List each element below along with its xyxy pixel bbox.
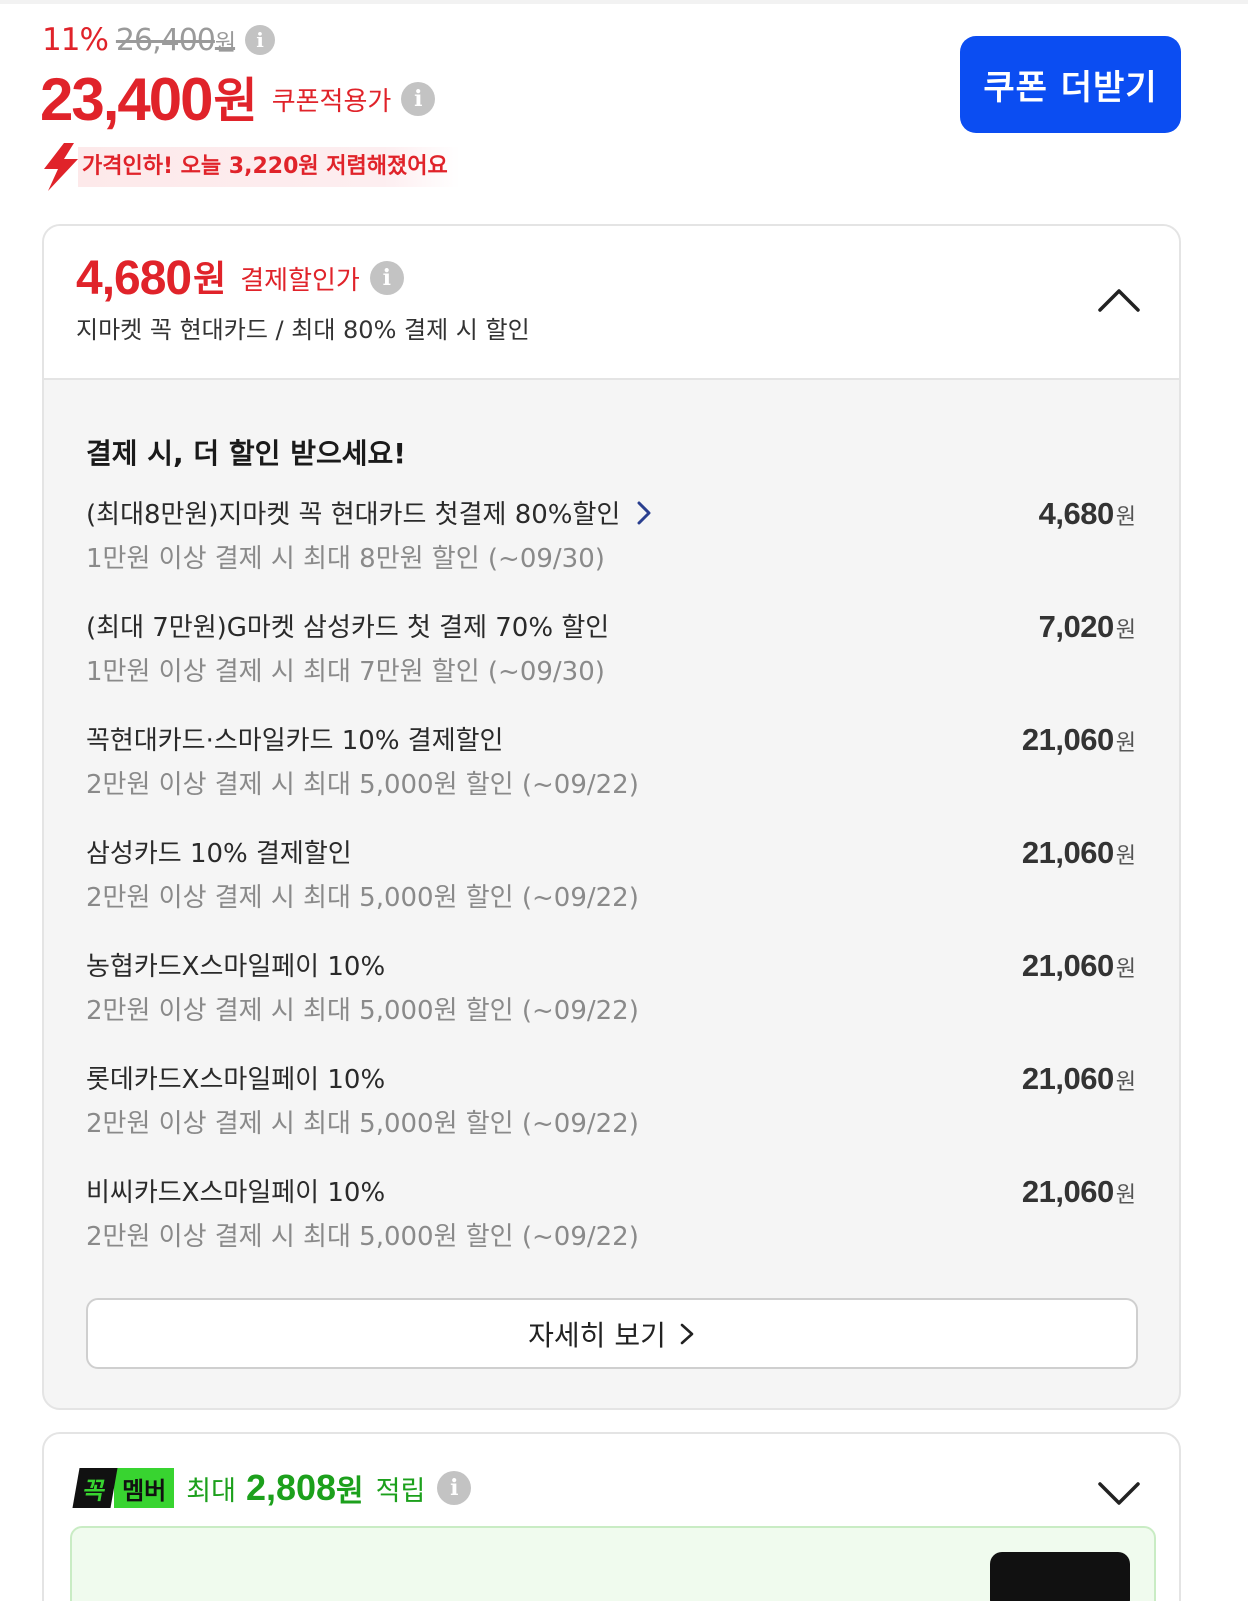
offer-name-text: (최대8만원)지마켓 꼭 현대카드 첫결제 80%할인 [86,500,621,530]
original-price-currency: 원 [214,29,236,56]
offer-name: 꼭현대카드·스마일카드 10% 결제할인 [86,726,504,756]
price-drop-text: 가격인하! 오늘 3,220원 저렴해졌어요 [78,147,460,187]
offer-item[interactable]: 비씨카드X스마일페이 10% 2만원 이상 결제 시 최대 5,000원 할인 … [86,1172,1146,1272]
offer-name: 롯데카드X스마일페이 10% [86,1065,386,1095]
original-price-row: 11% 26,400원 i [42,20,276,60]
offer-price-value: 21,060 [1021,1061,1114,1096]
offer-price: 21,060 원 [1022,948,1136,984]
offer-description: 1만원 이상 결제 시 최대 7만원 할인 (~09/30) [86,657,605,687]
member-offer-button[interactable] [990,1552,1130,1601]
card-discount-panel: 4,680 원 결제할인가 i 지마켓 꼭 현대카드 / 최대 80% 결제 시… [42,224,1181,1410]
original-price-value: 26,400 [115,22,216,58]
offer-description: 2만원 이상 결제 시 최대 5,000원 할인 (~09/22) [86,770,639,800]
discount-rate: 11% [42,22,109,58]
offer-price-currency: 원 [1115,844,1136,869]
final-price-currency: 원 [213,73,258,129]
offer-price-currency: 원 [1115,618,1136,643]
offer-name: 삼성카드 10% 결제할인 [86,839,352,869]
offer-price-value: 7,020 [1038,609,1115,644]
member-badge-part2: 멤버 [114,1468,175,1508]
offer-item[interactable]: 농협카드X스마일페이 10% 2만원 이상 결제 시 최대 5,000원 할인 … [86,946,1146,1046]
more-coupons-button[interactable]: 쿠폰 더받기 [960,36,1181,133]
price-drop-banner: 가격인하! 오늘 3,220원 저렴해졌어요 [40,143,460,191]
card-discount-currency: 원 [193,259,227,300]
offer-item[interactable]: 롯데카드X스마일페이 10% 2만원 이상 결제 시 최대 5,000원 할인 … [86,1059,1146,1159]
card-discount-price-row: 4,680 원 결제할인가 i [76,246,404,310]
member-prefix: 최대 [186,1475,236,1507]
section-title: 결제 시, 더 할인 받으세요! [86,437,406,470]
offer-price: 7,020 원 [1039,609,1136,645]
card-discount-label: 결제할인가 [240,265,360,296]
offer-price-value: 4,680 [1038,496,1115,531]
member-suffix: 적립 [375,1475,426,1507]
offer-description: 1만원 이상 결제 시 최대 8만원 할인 (~09/30) [86,544,605,574]
offer-name: 비씨카드X스마일페이 10% [86,1178,386,1208]
offer-description: 2만원 이상 결제 시 최대 5,000원 할인 (~09/22) [86,1222,639,1252]
offer-price: 21,060 원 [1022,835,1136,871]
final-price-row: 23,400 원 쿠폰적용가 i [40,62,436,136]
offer-name: (최대8만원)지마켓 꼭 현대카드 첫결제 80%할인 [86,494,654,531]
offer-price-value: 21,060 [1021,835,1114,870]
offer-price-currency: 원 [1115,731,1136,756]
offer-price: 21,060 원 [1022,1061,1136,1097]
final-price: 23,400 [40,65,214,133]
coupon-price-label: 쿠폰적용가 [271,86,392,117]
offer-price-currency: 원 [1115,1070,1136,1095]
chevron-up-icon[interactable] [1094,282,1144,316]
offer-price-currency: 원 [1115,957,1136,982]
offer-price-value: 21,060 [1021,722,1114,757]
view-details-button[interactable]: 자세히 보기 [86,1298,1138,1369]
member-offer-box [70,1526,1156,1601]
info-icon[interactable]: i [401,82,436,116]
offer-price: 21,060 원 [1022,722,1136,758]
member-rewards-panel: 꼭 멤버 최대 2,808 원 적립 i [42,1432,1181,1601]
offer-price-value: 21,060 [1021,948,1114,983]
offer-price-currency: 원 [1115,1183,1136,1208]
member-currency: 원 [336,1474,364,1509]
original-price: 26,400원 [115,22,236,58]
chevron-right-icon [680,1323,694,1344]
info-icon[interactable]: i [369,261,404,295]
member-badge: 꼭 멤버 [72,1468,175,1508]
offer-description: 2만원 이상 결제 시 최대 5,000원 할인 (~09/22) [86,996,639,1026]
info-icon[interactable]: i [245,25,276,55]
offer-item[interactable]: (최대 7만원)G마켓 삼성카드 첫 결제 70% 할인 1만원 이상 결제 시… [86,607,1146,707]
offer-description: 2만원 이상 결제 시 최대 5,000원 할인 (~09/22) [86,1109,639,1139]
lightning-bolt-icon [44,143,78,191]
offer-price: 21,060 원 [1022,1174,1136,1210]
top-divider [0,0,1248,4]
card-discount-price: 4,680 [76,251,192,305]
view-details-label: 자세히 보기 [528,1318,666,1352]
offer-price-currency: 원 [1115,505,1136,530]
offer-item[interactable]: 삼성카드 10% 결제할인 2만원 이상 결제 시 최대 5,000원 할인 (… [86,833,1146,933]
card-discount-subtitle: 지마켓 꼭 현대카드 / 최대 80% 결제 시 할인 [76,316,530,344]
offer-item[interactable]: (최대8만원)지마켓 꼭 현대카드 첫결제 80%할인 1만원 이상 결제 시 … [86,494,1146,594]
offer-item[interactable]: 꼭현대카드·스마일카드 10% 결제할인 2만원 이상 결제 시 최대 5,00… [86,720,1146,820]
member-rewards-header[interactable]: 꼭 멤버 최대 2,808 원 적립 i [72,1464,472,1512]
member-amount: 2,808 [245,1467,337,1508]
offer-description: 2만원 이상 결제 시 최대 5,000원 할인 (~09/22) [86,883,639,913]
info-icon[interactable]: i [437,1471,472,1505]
offer-name: (최대 7만원)G마켓 삼성카드 첫 결제 70% 할인 [86,613,610,643]
chevron-right-icon [637,501,651,524]
member-badge-part1: 꼭 [72,1468,118,1508]
chevron-down-icon[interactable] [1094,1476,1144,1510]
card-discount-header[interactable]: 4,680 원 결제할인가 i 지마켓 꼭 현대카드 / 최대 80% 결제 시… [44,226,1179,380]
offer-price-value: 21,060 [1021,1174,1114,1209]
offer-name: 농협카드X스마일페이 10% [86,952,386,982]
offer-price: 4,680 원 [1039,496,1136,532]
